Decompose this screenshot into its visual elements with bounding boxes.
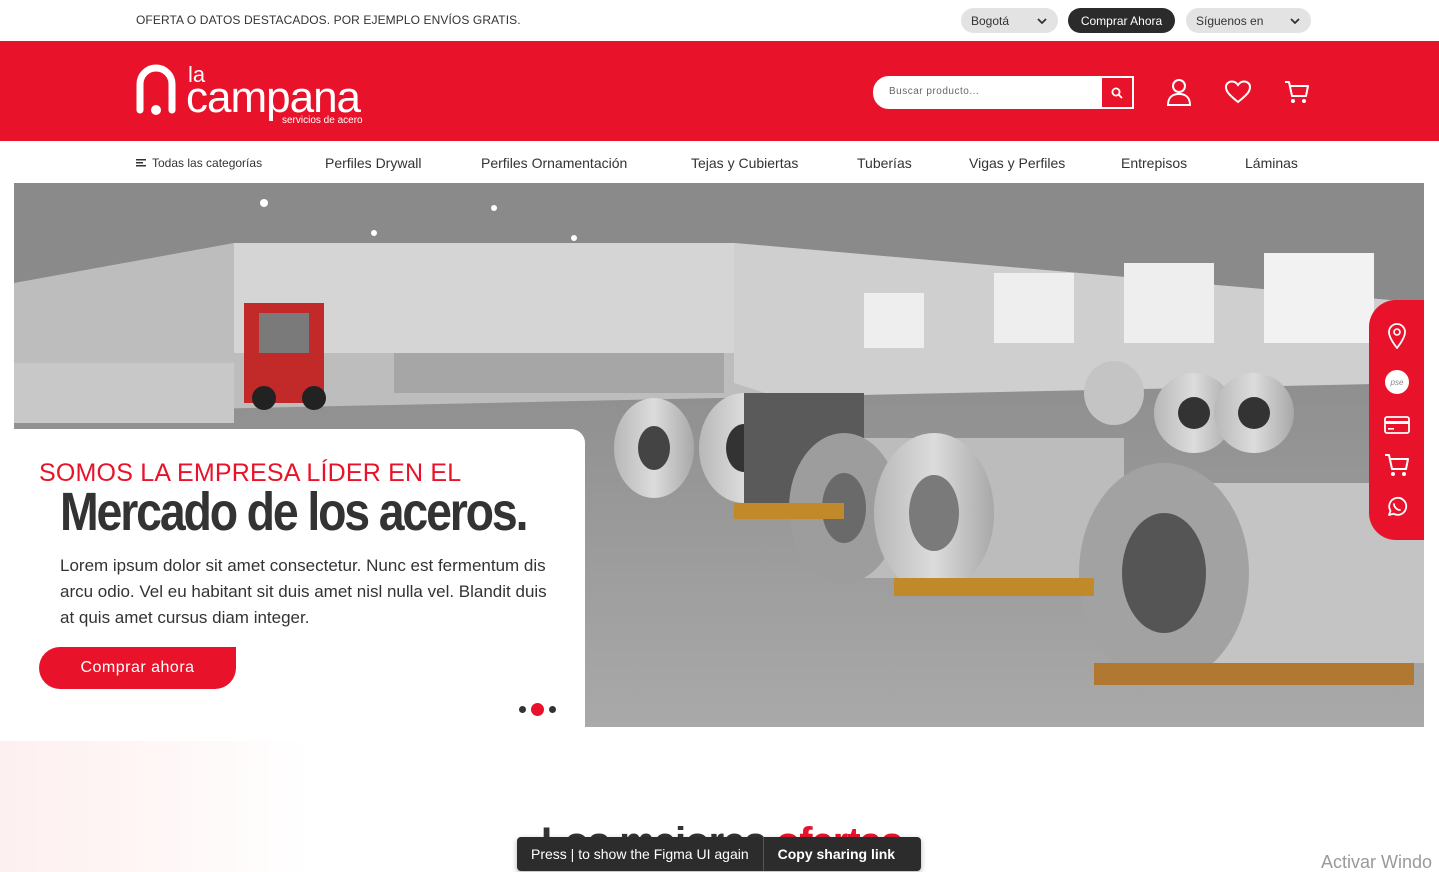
carousel-dot-2[interactable] — [531, 703, 544, 716]
top-bar: OFERTA O DATOS DESTACADOS. POR EJEMPLO E… — [0, 0, 1439, 41]
location-icon — [1388, 323, 1406, 349]
nav-item-laminas[interactable]: Láminas — [1245, 155, 1298, 171]
shop-now-button[interactable]: Comprar ahora — [39, 647, 236, 689]
buy-now-label: Comprar Ahora — [1080, 13, 1163, 28]
main-header: la campana servicios de acero — [0, 41, 1439, 141]
logo-tagline: servicios de acero — [282, 115, 363, 126]
search-box — [873, 76, 1134, 109]
logo[interactable]: la campana servicios de acero — [136, 62, 388, 126]
whatsapp-button[interactable] — [1383, 493, 1411, 521]
cart-icon — [1385, 454, 1409, 476]
svg-text:pse: pse — [1390, 378, 1404, 387]
pse-icon: pse — [1385, 370, 1409, 394]
nav-item-perfiles-drywall[interactable]: Perfiles Drywall — [325, 155, 421, 171]
section-gradient — [0, 741, 310, 872]
nav-item-entrepisos[interactable]: Entrepisos — [1121, 155, 1187, 171]
city-selector[interactable]: Bogotá — [961, 8, 1058, 33]
follow-label: Síguenos en — [1196, 13, 1264, 28]
pse-payment-button[interactable]: pse — [1383, 368, 1411, 396]
category-nav: Todas las categorías Perfiles Drywall Pe… — [0, 141, 1439, 183]
card-payment-button[interactable] — [1383, 411, 1411, 439]
city-label: Bogotá — [971, 13, 1010, 28]
cart-icon — [1285, 81, 1309, 103]
user-icon — [1166, 79, 1192, 106]
search-icon — [1111, 87, 1123, 99]
chevron-down-icon — [1037, 17, 1047, 24]
hero-text-card: SOMOS LA EMPRESA LÍDER EN EL Mercado de … — [14, 429, 585, 727]
nav-item-perfiles-ornamentacion[interactable]: Perfiles Ornamentación — [481, 155, 627, 171]
all-categories-label: Todas las categorías — [152, 156, 263, 170]
carousel-dots — [519, 703, 556, 716]
la-campana-logo: la campana servicios de acero — [136, 62, 363, 126]
all-categories-menu[interactable]: Todas las categorías — [136, 156, 262, 170]
hero-banner: SOMOS LA EMPRESA LÍDER EN EL Mercado de … — [14, 183, 1424, 727]
nav-item-tuberias[interactable]: Tuberías — [857, 155, 912, 171]
figma-toast: Press | to show the Figma UI again Copy … — [517, 837, 921, 871]
carousel-dot-1[interactable] — [519, 706, 526, 713]
copy-sharing-link-button[interactable]: Copy sharing link — [764, 846, 909, 862]
wishlist-button[interactable] — [1224, 78, 1252, 106]
card-icon — [1384, 416, 1410, 434]
floating-action-bar: pse — [1369, 300, 1424, 540]
search-button[interactable] — [1101, 77, 1133, 108]
nav-item-vigas-perfiles[interactable]: Vigas y Perfiles — [969, 155, 1065, 171]
windows-activation-watermark: Activar Windo — [1321, 852, 1433, 872]
hero-body-text: Lorem ipsum dolor sit amet consectetur. … — [60, 556, 547, 627]
cart-button[interactable] — [1283, 78, 1311, 106]
follow-us-dropdown[interactable]: Síguenos en — [1186, 8, 1311, 33]
page: OFERTA O DATOS DESTACADOS. POR EJEMPLO E… — [0, 0, 1439, 872]
hero-title: Mercado de los aceros. — [60, 482, 528, 542]
promo-text: OFERTA O DATOS DESTACADOS. POR EJEMPLO E… — [136, 13, 521, 27]
chevron-down-icon — [1290, 17, 1300, 24]
quick-cart-button[interactable] — [1383, 451, 1411, 479]
figma-toast-message: Press | to show the Figma UI again — [517, 837, 764, 871]
store-locator-button[interactable] — [1383, 322, 1411, 350]
heart-icon — [1224, 80, 1252, 104]
search-input[interactable] — [889, 86, 1089, 97]
whatsapp-icon — [1388, 496, 1408, 516]
carousel-dot-3[interactable] — [549, 706, 556, 713]
buy-now-button[interactable]: Comprar Ahora — [1068, 8, 1175, 33]
nav-item-tejas-cubiertas[interactable]: Tejas y Cubiertas — [691, 155, 798, 171]
account-button[interactable] — [1165, 78, 1193, 106]
menu-icon — [136, 159, 146, 167]
